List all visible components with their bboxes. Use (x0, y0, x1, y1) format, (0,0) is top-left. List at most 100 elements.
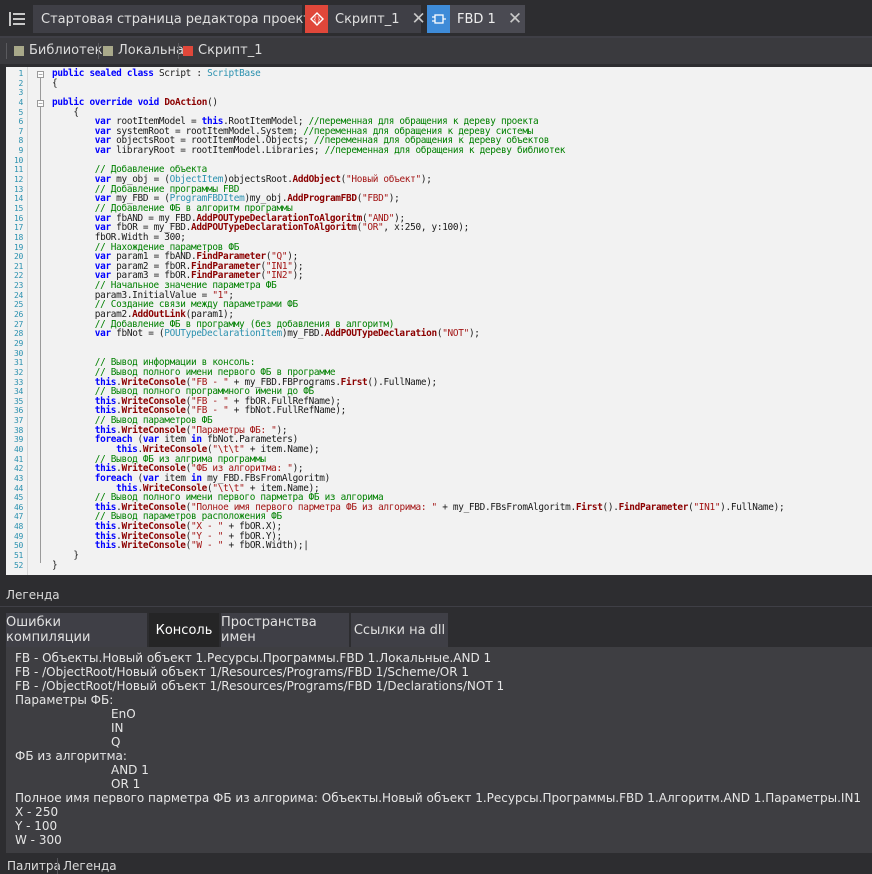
bottom-tab-separator (57, 858, 58, 874)
line-number: 33 (13, 377, 23, 387)
tab-start-page-label: Стартовая страница редактора проектов (41, 11, 327, 27)
line-number: 36 (13, 406, 23, 416)
line-number: 19 (13, 242, 23, 252)
tab-dll-references[interactable]: Ссылки на dll (351, 613, 448, 647)
svg-text:{}: {} (313, 17, 321, 24)
console-line: Полное имя первого парметра ФБ из алгори… (15, 791, 862, 805)
tab-palette[interactable]: Палитра (7, 859, 61, 873)
line-number: 2 (18, 78, 23, 88)
console-line: FB - /ObjectRoot/Новый объект 1/Resource… (15, 665, 469, 679)
close-icon[interactable]: ✕ (411, 10, 425, 28)
code-text: var fbNot = (POUTypeDeclarationItem)my_F… (94, 328, 480, 340)
legend-divider (0, 606, 872, 607)
line-number: 43 (13, 473, 23, 483)
code-line[interactable]: 51 } (6, 551, 872, 561)
code-line[interactable]: 28 var fbNot = (POUTypeDeclarationItem)m… (6, 329, 872, 339)
console-line: X - 250 (15, 805, 59, 819)
document-list-icon[interactable] (6, 8, 28, 30)
code-line[interactable]: 50 this.WriteConsole("W - " + fbOR.Width… (6, 541, 872, 551)
console-line: EnO (111, 707, 136, 721)
line-number: 31 (13, 358, 23, 368)
tab-script-1[interactable]: {} Скрипт_1 ✕ (305, 5, 426, 33)
line-number: 5 (18, 107, 23, 117)
breadcrumb-item-label: Скрипт_1 (198, 43, 263, 58)
line-number: 18 (13, 232, 23, 242)
tab-compile-errors[interactable]: Ошибки компиляции (6, 613, 147, 647)
code-line[interactable]: 2{ (6, 77, 872, 89)
line-number: 45 (13, 493, 23, 503)
console-line: ФБ из алгоритма: (15, 749, 127, 763)
line-number: 51 (13, 551, 23, 561)
line-number: 26 (13, 310, 23, 320)
tab-namespaces[interactable]: Пространства имен (221, 613, 349, 647)
console-line: OR 1 (111, 777, 141, 791)
tab-legend[interactable]: Легенда (63, 859, 117, 873)
tab-console[interactable]: Консоль (149, 613, 219, 647)
breadcrumb-separator (178, 43, 179, 59)
line-number: 42 (13, 464, 23, 474)
line-number: 28 (13, 329, 23, 339)
code-text: this.WriteConsole("W - " + fbOR.Width);| (94, 540, 309, 552)
tab-console-label: Консоль (155, 622, 213, 638)
breadcrumb-item-label: Локальная (118, 43, 192, 58)
console-output[interactable]: FB - Объекты.Новый объект 1.Ресурсы.Прог… (6, 647, 872, 853)
line-number: 25 (13, 300, 23, 310)
breadcrumb-item-script[interactable]: Скрипт_1 (183, 43, 262, 58)
close-icon[interactable]: ✕ (508, 10, 522, 28)
line-number: 44 (13, 483, 23, 493)
line-number: 11 (13, 165, 23, 175)
tab-dll-references-label: Ссылки на dll (353, 622, 446, 638)
line-number: 27 (13, 319, 23, 329)
breadcrumb-separator (6, 43, 7, 59)
breadcrumb: Библиотеки Локальная Скрипт_1 (0, 38, 872, 64)
line-number: 15 (13, 203, 23, 213)
console-line: IN (111, 721, 124, 735)
tab-start-page[interactable]: Стартовая страница редактора проектов ✕ (33, 5, 353, 33)
console-line: W - 300 (15, 833, 62, 847)
line-number: 24 (13, 290, 23, 300)
code-line[interactable]: 1 public sealed class Script : ScriptBase (6, 69, 872, 79)
line-number: 3 (18, 88, 23, 98)
tab-fbd-1[interactable]: FBD 1 ✕ (427, 5, 525, 33)
library-color-icon (103, 45, 113, 56)
line-number: 32 (13, 367, 23, 377)
console-line: Параметры ФБ: (15, 693, 114, 707)
line-number: 34 (13, 387, 23, 397)
code-lines: 1 public sealed class Script : ScriptBase… (6, 69, 872, 570)
code-text: } (52, 559, 58, 571)
line-number: 29 (13, 338, 23, 348)
line-number: 7 (18, 126, 23, 136)
code-text: public sealed class Script : ScriptBase (52, 68, 261, 79)
line-number: 39 (13, 435, 23, 445)
fold-toggle-icon[interactable]: − (37, 71, 44, 78)
breadcrumb-separator (98, 43, 99, 59)
line-number: 16 (13, 213, 23, 223)
code-line[interactable]: 9 var libraryRoot = rootItemModel.Librar… (6, 146, 872, 156)
breadcrumb-item-libraries[interactable]: Библиотеки (14, 43, 111, 58)
line-number: 17 (13, 223, 23, 233)
legend-title: Легенда (6, 588, 60, 602)
console-line: FB - Объекты.Новый объект 1.Ресурсы.Прог… (15, 651, 492, 665)
line-number: 1 (18, 69, 23, 78)
console-line: FB - /ObjectRoot/Новый объект 1/Resource… (15, 679, 505, 693)
line-number: 14 (13, 194, 23, 204)
tab-namespaces-label: Пространства имен (221, 615, 317, 645)
code-line[interactable]: 52} (6, 561, 872, 571)
code-line[interactable]: 4 public override void DoAction() (6, 98, 872, 108)
legend-panel-header: Легенда (0, 585, 872, 607)
document-tab-bar: Стартовая страница редактора проектов ✕ … (0, 0, 872, 37)
line-number: 49 (13, 531, 23, 541)
line-number: 8 (18, 136, 23, 146)
code-text: { (52, 77, 58, 89)
line-number: 12 (13, 175, 23, 185)
tab-fbd-1-label: FBD 1 (457, 11, 496, 27)
line-number: 4 (18, 97, 23, 107)
code-editor[interactable]: 1 public sealed class Script : ScriptBase… (6, 67, 872, 575)
code-text: var libraryRoot = rootItemModel.Librarie… (94, 145, 566, 157)
library-color-icon (14, 45, 24, 56)
line-number: 35 (13, 396, 23, 406)
code-line[interactable]: 29 (6, 339, 872, 349)
console-line: AND 1 (111, 763, 149, 777)
line-number: 22 (13, 271, 23, 281)
fold-toggle-icon[interactable]: − (37, 100, 44, 107)
